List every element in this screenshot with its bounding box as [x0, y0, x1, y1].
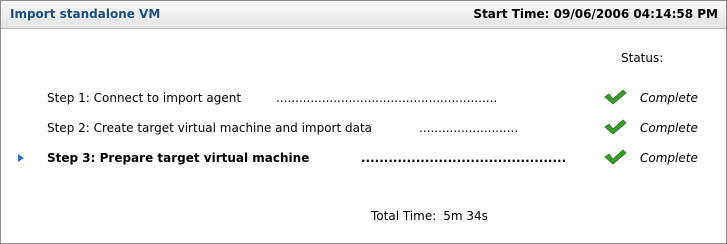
- status-column-label: Status:: [621, 51, 664, 65]
- step-row-1: Step 1: Connect to import agent ........…: [1, 89, 726, 111]
- checkmark-icon: [604, 149, 627, 165]
- start-time: Start Time: 09/06/2006 04:14:58 PM: [473, 7, 718, 21]
- step-1-status: Complete: [640, 91, 698, 105]
- step-3-status: Complete: [640, 151, 698, 165]
- step-row-3: Step 3: Prepare target virtual machine .…: [1, 149, 726, 171]
- current-step-arrow-icon: [18, 154, 24, 162]
- checkmark-icon: [604, 119, 627, 135]
- total-time-value: 5m 34s: [443, 209, 488, 223]
- step-1-label: Step 1: Connect to import agent: [47, 91, 242, 105]
- import-progress-panel: Import standalone VM Start Time: 09/06/2…: [0, 0, 727, 244]
- step-2-label: Step 2: Create target virtual machine an…: [47, 121, 373, 135]
- panel-title: Import standalone VM: [10, 7, 161, 21]
- panel-header: Import standalone VM Start Time: 09/06/2…: [1, 1, 726, 29]
- checkmark-icon: [604, 89, 627, 105]
- step-2-leader-dots: ..........................: [419, 121, 519, 135]
- step-2-status: Complete: [640, 121, 698, 135]
- step-3-leader-dots: ........................................…: [361, 151, 566, 165]
- total-time: Total Time: 5m 34s: [371, 209, 488, 223]
- step-3-label: Step 3: Prepare target virtual machine: [47, 151, 310, 165]
- total-time-label: Total Time:: [371, 209, 437, 223]
- step-row-2: Step 2: Create target virtual machine an…: [1, 119, 726, 141]
- step-1-leader-dots: ........................................…: [276, 91, 498, 105]
